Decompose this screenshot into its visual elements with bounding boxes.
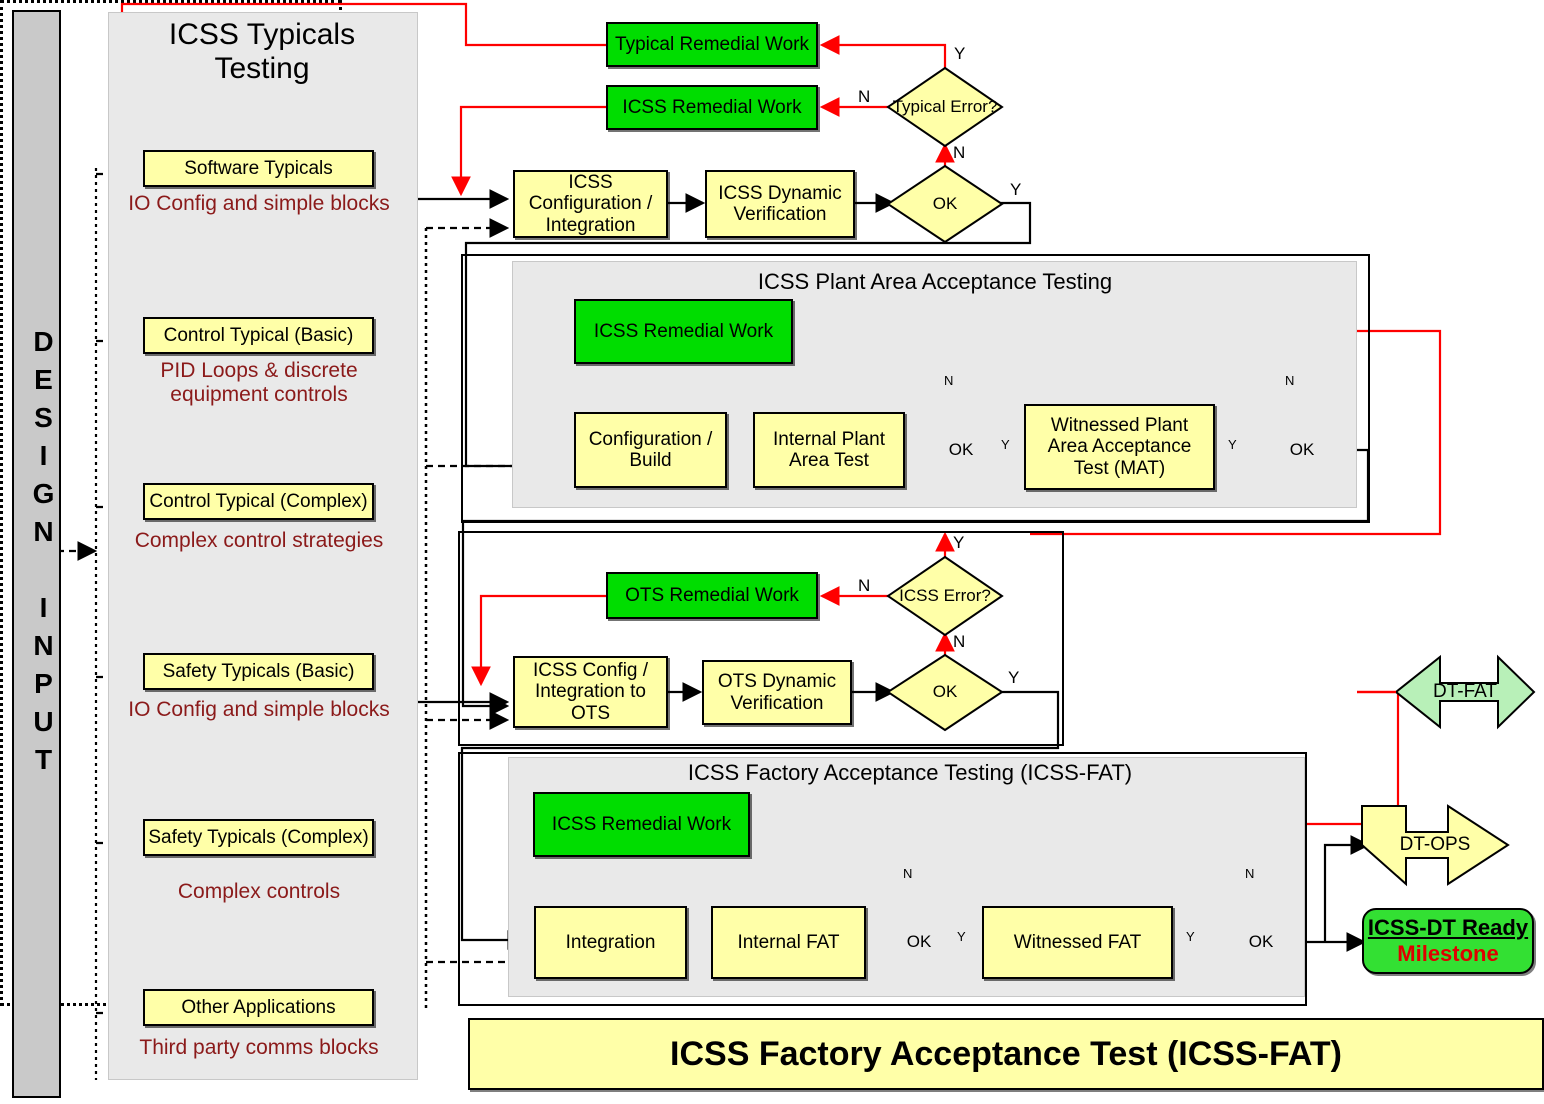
typical-caption-control-typical-basic: PID Loops & discrete equipment controls: [160, 359, 358, 406]
icss-ok-decision-label: OK: [932, 193, 958, 213]
internal-plant-area-test-box[interactable]: Internal Plant Area Test: [753, 412, 905, 488]
typical-box-control-typical-complex[interactable]: Control Typical (Complex): [143, 483, 374, 520]
edge-label-n: N: [953, 632, 966, 651]
icss-remedial-work-box-stage1[interactable]: ICSS Remedial Work: [606, 85, 818, 130]
edge-label-y: Y: [1008, 668, 1020, 687]
witnessed-plant-area-acceptance-test-label: Witnessed Plant Area Acceptance Test (MA…: [1047, 415, 1192, 479]
typical-caption-other-applications: Third party comms blocks: [139, 1036, 379, 1059]
fat-ok-decision-2-label: OK: [1248, 931, 1274, 951]
diagram-canvas: DESIGN INPUT ICSS Typicals Testing Softw…: [0, 0, 1544, 1104]
witnessed-fat-box[interactable]: Witnessed FAT: [982, 906, 1173, 979]
typical-remedial-work-label: Typical Remedial Work: [615, 33, 809, 55]
typical-label: Control Typical (Basic): [163, 324, 354, 346]
integration-label: Integration: [565, 931, 656, 953]
icss-error-decision-label: ICSS Error?: [899, 585, 991, 605]
design-input-label: DESIGN INPUT: [28, 326, 59, 782]
plant-area-title: ICSS Plant Area Acceptance Testing: [757, 269, 1113, 294]
edge-label-y: Y: [1228, 437, 1237, 452]
typical-label: Software Typicals: [184, 157, 333, 179]
icss-remedial-work-label: ICSS Remedial Work: [622, 96, 802, 118]
edge-label-y: Y: [1186, 929, 1195, 944]
edge-label-n: N: [944, 373, 954, 388]
milestone-line-1: ICSS-DT Ready: [1367, 915, 1529, 940]
ots-remedial-work-label: OTS Remedial Work: [625, 584, 799, 606]
plant-ok-decision-1[interactable]: OK: [925, 414, 997, 487]
typical-box-control-typical-basic[interactable]: Control Typical (Basic): [143, 317, 374, 354]
internal-fat-label: Internal FAT: [737, 931, 840, 953]
icss-configuration-integration-box[interactable]: ICSS Configuration / Integration: [513, 170, 668, 238]
icss-remedial-work-label: ICSS Remedial Work: [551, 813, 732, 835]
typicals-panel-title: ICSS Typicals Testing: [168, 18, 356, 85]
fat-ok-decision-2[interactable]: OK: [1220, 906, 1302, 978]
fat-title: ICSS Factory Acceptance Testing (ICSS-FA…: [687, 760, 1133, 785]
ots-dynamic-verification-box[interactable]: OTS Dynamic Verification: [702, 660, 852, 725]
typical-caption-safety-typicals-basic: IO Config and simple blocks: [128, 698, 390, 721]
typical-label: Safety Typicals (Complex): [148, 826, 369, 848]
icss-dynamic-verification-box[interactable]: ICSS Dynamic Verification: [705, 170, 855, 238]
plant-ok-decision-1-label: OK: [948, 440, 974, 460]
icss-ok-decision-stage1[interactable]: OK: [888, 166, 1002, 242]
edge-label-n: N: [953, 143, 966, 162]
edge-label-y: Y: [957, 929, 966, 944]
ots-remedial-work-box[interactable]: OTS Remedial Work: [606, 572, 818, 619]
bottom-banner-label: ICSS Factory Acceptance Test (ICSS-FAT): [670, 1034, 1342, 1073]
dt-ops-gate[interactable]: DT-OPS: [1362, 806, 1508, 884]
icss-config-integration-to-ots-box[interactable]: ICSS Config / Integration to OTS: [513, 656, 668, 728]
typical-label: Safety Typicals (Basic): [162, 660, 355, 682]
ots-ok-decision-label: OK: [932, 682, 958, 702]
typical-label: Control Typical (Complex): [149, 490, 368, 512]
typical-box-other-applications[interactable]: Other Applications: [143, 989, 374, 1026]
edge-label-y: Y: [1001, 437, 1010, 452]
icss-dynamic-verification-label: ICSS Dynamic Verification: [718, 182, 842, 225]
configuration-build-box[interactable]: Configuration / Build: [574, 412, 727, 488]
design-input-bar: DESIGN INPUT: [12, 10, 61, 1098]
dt-fat-gate-label: DT-FAT: [1432, 681, 1498, 702]
internal-plant-area-test-label: Internal Plant Area Test: [773, 428, 885, 471]
witnessed-fat-label: Witnessed FAT: [1013, 931, 1142, 953]
dt-ops-gate-label: DT-OPS: [1399, 834, 1471, 855]
icss-error-decision[interactable]: ICSS Error?: [888, 557, 1002, 635]
edge-label-y: Y: [954, 44, 966, 63]
typical-error-decision-label: Typical Error?: [892, 96, 998, 116]
typical-remedial-work-box[interactable]: Typical Remedial Work: [606, 22, 818, 67]
internal-fat-box[interactable]: Internal FAT: [711, 906, 866, 979]
edge-label-n: N: [903, 866, 913, 881]
ots-ok-decision[interactable]: OK: [888, 655, 1002, 730]
typical-caption-safety-typicals-complex: Complex controls: [177, 880, 341, 903]
typical-box-safety-typicals-basic[interactable]: Safety Typicals (Basic): [143, 653, 374, 690]
ots-dynamic-verification-label: OTS Dynamic Verification: [717, 671, 837, 714]
typical-caption-software-typicals: IO Config and simple blocks: [128, 192, 390, 215]
dt-fat-gate[interactable]: DT-FAT: [1396, 657, 1534, 727]
milestone-line-2: Milestone: [1397, 941, 1499, 966]
witnessed-plant-area-acceptance-test-box[interactable]: Witnessed Plant Area Acceptance Test (MA…: [1024, 404, 1215, 490]
icss-remedial-work-box-plant[interactable]: ICSS Remedial Work: [574, 299, 793, 364]
integration-box[interactable]: Integration: [534, 906, 687, 979]
typical-error-decision[interactable]: Typical Error?: [888, 68, 1002, 146]
edge-label-n: N: [1285, 373, 1295, 388]
edge-label-y: Y: [953, 533, 965, 552]
icss-remedial-work-label: ICSS Remedial Work: [593, 320, 774, 342]
typical-box-software-typicals[interactable]: Software Typicals: [143, 150, 374, 187]
typical-box-safety-typicals-complex[interactable]: Safety Typicals (Complex): [143, 819, 374, 856]
fat-ok-decision-1[interactable]: OK: [885, 906, 953, 978]
edge-label-y: Y: [1010, 180, 1022, 199]
plant-ok-decision-2-label: OK: [1289, 440, 1315, 460]
fat-ok-decision-1-label: OK: [906, 931, 932, 951]
edge-label-n: N: [1245, 866, 1255, 881]
icss-configuration-integration-label: ICSS Configuration / Integration: [528, 172, 653, 236]
plant-ok-decision-2[interactable]: OK: [1261, 414, 1343, 487]
icss-dt-ready-milestone[interactable]: ICSS-DT Ready Milestone: [1362, 908, 1534, 974]
configuration-build-label: Configuration / Build: [588, 428, 713, 471]
edge-label-n: N: [858, 576, 871, 595]
icss-config-integration-to-ots-label: ICSS Config / Integration to OTS: [532, 660, 649, 724]
bottom-banner: ICSS Factory Acceptance Test (ICSS-FAT): [468, 1018, 1544, 1090]
typical-label: Other Applications: [181, 996, 336, 1018]
edge-label-n: N: [858, 87, 871, 106]
icss-remedial-work-box-fat[interactable]: ICSS Remedial Work: [533, 792, 750, 857]
typical-caption-control-typical-complex: Complex control strategies: [134, 529, 384, 552]
